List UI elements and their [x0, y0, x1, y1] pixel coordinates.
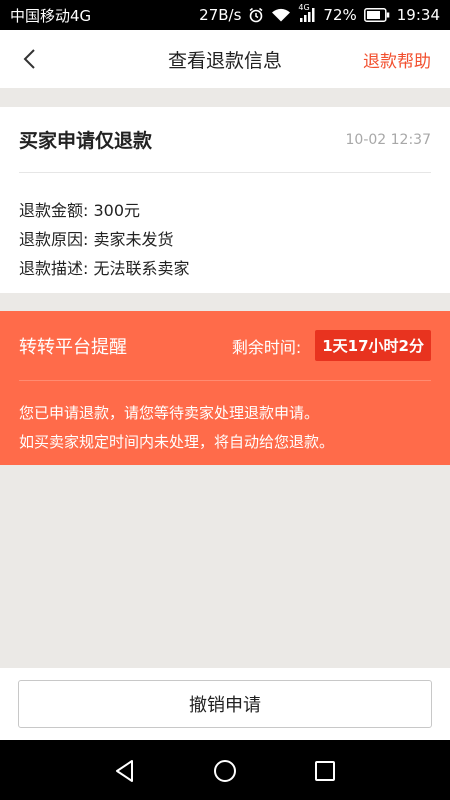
reminder-line: 您已申请退款，请您等待卖家处理退款申请。 [19, 404, 320, 422]
back-button[interactable] [14, 44, 44, 74]
reminder-line: 如买卖家规定时间内未处理，将自动给您退款。 [19, 433, 335, 451]
refund-details: 退款金额: 300元 退款原因: 卖家未发货 退款描述: 无法联系卖家 [19, 196, 189, 283]
page-title: 查看退款信息 [167, 49, 282, 72]
remaining-time: 剩余时间: 1天17小时2分 [232, 330, 431, 361]
remaining-time-badge: 1天17小时2分 [315, 330, 431, 361]
reminder-message: 您已申请退款，请您等待卖家处理退款申请。 如买卖家规定时间内未处理，将自动给您退… [19, 399, 334, 457]
clock: 19:34 [396, 6, 440, 24]
net-speed: 27B/s [199, 6, 242, 24]
refund-description: 退款描述: 无法联系卖家 [19, 259, 190, 278]
nav-recents-icon[interactable] [312, 758, 338, 784]
alarm-icon [248, 7, 264, 23]
reminder-header: 转转平台提醒 剩余时间: 1天17小时2分 [19, 311, 431, 381]
nav-back-icon[interactable] [112, 758, 138, 784]
carrier-label: 中国移动4G [10, 6, 92, 25]
refund-type-title: 买家申请仅退款 [19, 130, 153, 152]
status-bar: 中国移动4G 27B/s 4G 72% 19:34 [0, 0, 450, 30]
reminder-title: 转转平台提醒 [19, 336, 127, 358]
remaining-time-label: 剩余时间: [231, 337, 302, 357]
refund-card: 买家申请仅退款 10-02 12:37 退款金额: 300元 退款原因: 卖家未… [0, 107, 450, 293]
cancel-request-button[interactable]: 撤销申请 [18, 680, 432, 728]
battery-percent: 72% [323, 6, 357, 24]
refund-title-row: 买家申请仅退款 10-02 12:37 [19, 107, 431, 173]
refund-amount: 退款金额: 300元 [19, 201, 141, 220]
refund-reason: 退款原因: 卖家未发货 [19, 230, 174, 249]
refund-time: 10-02 12:37 [345, 131, 431, 148]
nav-home-icon[interactable] [212, 758, 238, 784]
wifi-icon [271, 7, 291, 23]
platform-reminder: 转转平台提醒 剩余时间: 1天17小时2分 您已申请退款，请您等待卖家处理退款申… [0, 311, 450, 465]
signal-tag: 4G [298, 3, 310, 12]
back-arrow-icon [23, 49, 35, 69]
header: 查看退款信息 退款帮助 [0, 30, 450, 88]
bottom-action-bar: 撤销申请 [0, 668, 450, 740]
navigation-bar [0, 740, 450, 800]
signal-icon: 4G [298, 3, 316, 23]
refund-help-link[interactable]: 退款帮助 [363, 47, 431, 72]
battery-icon [363, 8, 390, 22]
